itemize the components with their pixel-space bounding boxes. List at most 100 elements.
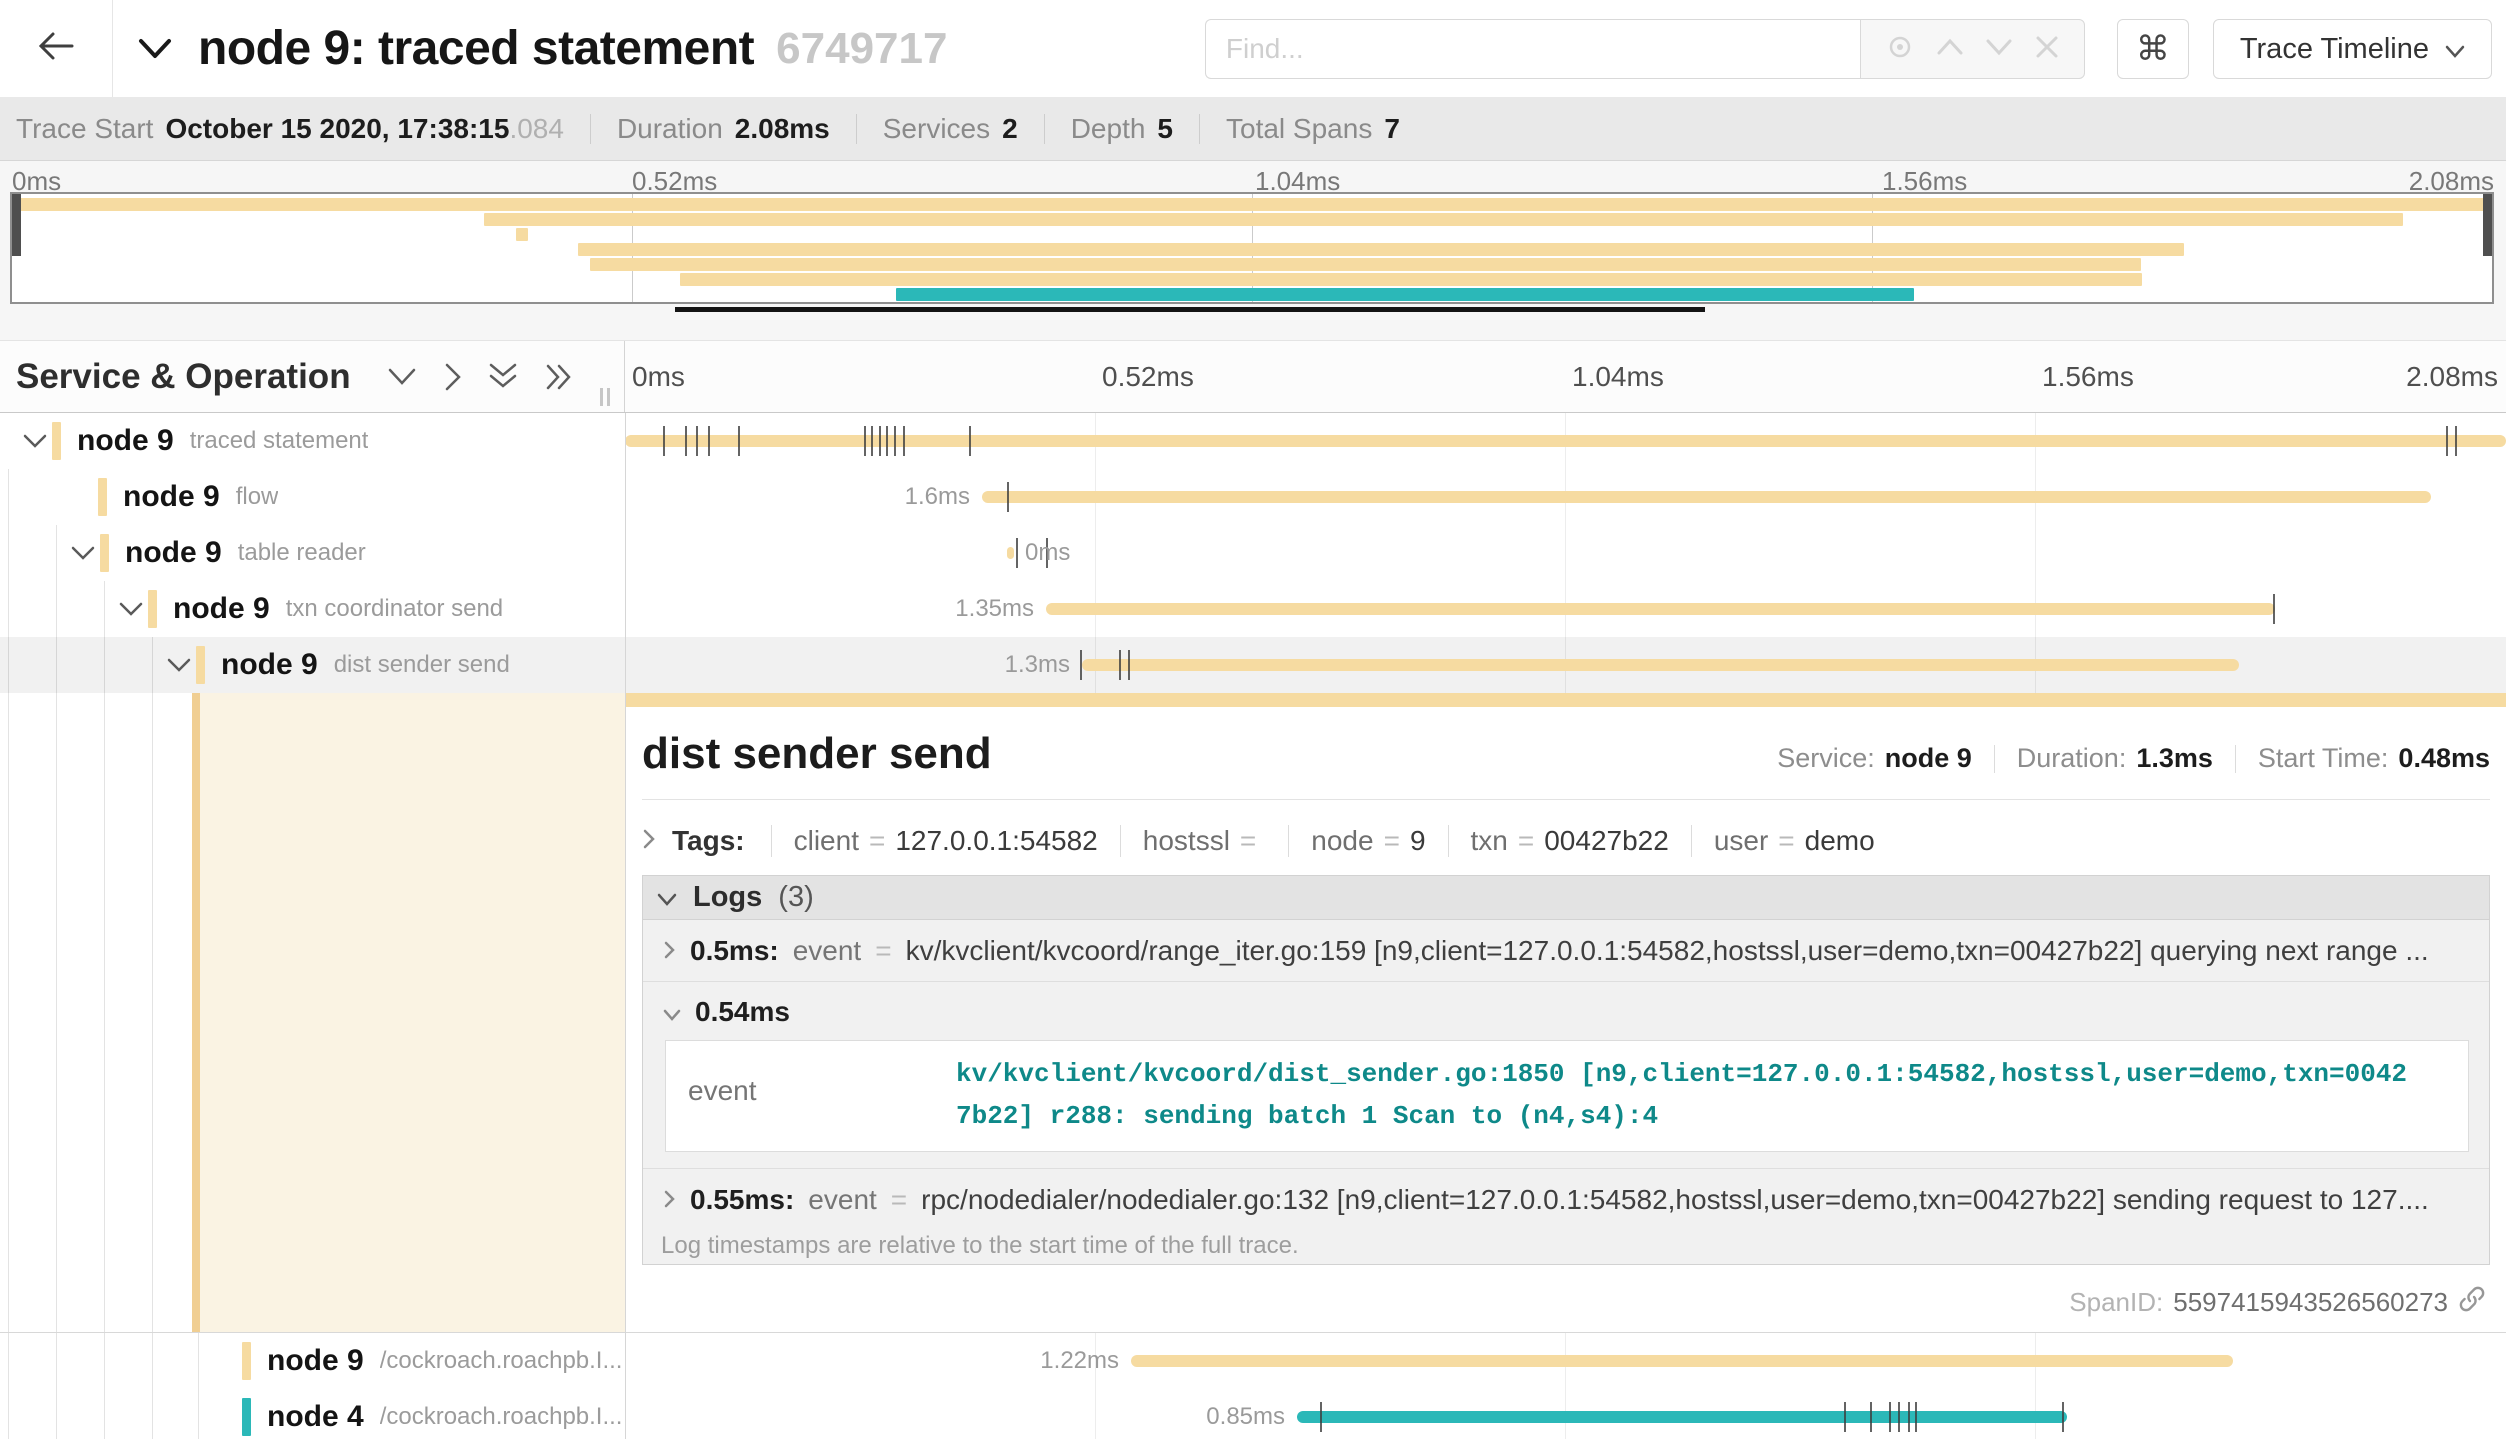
span-color-bar (148, 590, 157, 628)
span-detail-accent-bar (192, 693, 200, 1332)
span-detail-row: dist sender send Service: node 9 Duratio… (0, 693, 2506, 1333)
expand-all-icon[interactable] (542, 360, 576, 394)
find-next-icon[interactable] (1984, 37, 2014, 62)
find-clear-icon[interactable] (2034, 34, 2060, 65)
log-field-value: kv/kvclient/kvcoord/dist_sender.go:1850 … (956, 1053, 2421, 1137)
trace-collapse-chevron-icon[interactable] (138, 38, 172, 60)
match-target-icon[interactable] (1885, 32, 1915, 67)
trace-start-value: October 15 2020, 17:38:15 (165, 113, 509, 145)
span-id-row: SpanID: 5597415943526560273 (2069, 1285, 2486, 1320)
span-duration-label: 1.6ms (905, 483, 970, 511)
collapse-all-icon[interactable] (486, 360, 520, 394)
find-tools-group (1860, 19, 2085, 79)
span-bar[interactable] (1131, 1355, 2233, 1367)
span-service: node 4 (267, 1400, 364, 1434)
span-service: node 9 (267, 1344, 364, 1378)
span-detail-card: dist sender send Service: node 9 Duratio… (626, 693, 2506, 1332)
span-row-traced-statement[interactable]: node 9 traced statement (0, 413, 2506, 469)
log-fields-table: event kv/kvclient/kvcoord/dist_sender.go… (665, 1040, 2469, 1152)
trace-start-ms: .084 (509, 113, 564, 145)
timeline-tick-0: 0ms (632, 361, 685, 393)
span-row-roachpb-node9[interactable]: node 9 /cockroach.roachpb.I... 1.22ms (0, 1333, 2506, 1389)
minimap-span-bar (484, 213, 2403, 226)
timeline-tick-1: 0.52ms (1102, 361, 1194, 393)
minimap-span-bar (12, 198, 2492, 211)
log-entry-toggle[interactable]: 0.54ms (663, 996, 790, 1028)
minimap-right-scrub-handle[interactable] (2483, 194, 2492, 256)
minimap-left-scrub-handle[interactable] (12, 194, 21, 256)
span-bar[interactable] (1007, 547, 1014, 559)
service-value: node 9 (1885, 743, 1972, 774)
span-row-dist-sender-send[interactable]: node 9 dist sender send 1.3ms (0, 637, 2506, 693)
duration-label: Duration: (2017, 743, 2127, 774)
log-field-key: event (688, 1075, 757, 1107)
trace-minimap-canvas[interactable] (10, 192, 2494, 304)
total-spans-label: Total Spans (1226, 113, 1372, 145)
separator (856, 114, 857, 144)
keyboard-shortcuts-button[interactable]: ⌘ (2117, 19, 2189, 79)
chevron-down-icon[interactable] (22, 433, 48, 449)
trace-minimap-section: 0ms 0.52ms 1.04ms 1.56ms 2.08ms (0, 161, 2506, 340)
tags-toggle-row[interactable]: Tags: client=127.0.0.1:54582 hostssl= no… (642, 815, 1897, 867)
span-operation: table reader (238, 539, 366, 567)
span-bar[interactable] (1297, 1411, 2067, 1423)
expand-one-icon[interactable] (441, 360, 464, 394)
total-spans-value: 7 (1384, 113, 1400, 145)
minimap-span-bar (516, 228, 528, 241)
chevron-down-icon[interactable] (118, 601, 144, 617)
tag-item: txn=00427b22 (1448, 825, 1691, 857)
log-timestamp: 0.54ms (695, 996, 790, 1028)
find-toolbar: ⌘ Trace Timeline (1205, 19, 2492, 79)
span-duration-label: 1.35ms (955, 595, 1034, 623)
log-timestamp: 0.55ms: (690, 1184, 794, 1216)
minimap-scroll-indicator[interactable] (675, 307, 1705, 312)
span-bar[interactable] (1082, 659, 2239, 671)
log-key: event (808, 1184, 877, 1216)
find-prev-icon[interactable] (1935, 37, 1965, 62)
span-bar[interactable] (1046, 603, 2275, 615)
trace-summary-bar: Trace Start October 15 2020, 17:38:15 .0… (0, 97, 2506, 161)
minimap-span-bar (578, 243, 2184, 256)
span-bar[interactable] (982, 491, 2431, 503)
column-resizer-handle[interactable] (600, 388, 610, 406)
span-row-txn-coordinator-send[interactable]: node 9 txn coordinator send 1.35ms (0, 581, 2506, 637)
depth-label: Depth (1071, 113, 1146, 145)
collapse-one-icon[interactable] (385, 365, 419, 388)
span-detail-name-fill (200, 693, 625, 1332)
log-entry-row[interactable]: 0.5ms: event = kv/kvclient/kvcoord/range… (643, 920, 2489, 982)
chevron-down-icon[interactable] (166, 657, 192, 673)
tag-item: client=127.0.0.1:54582 (771, 825, 1120, 857)
separator (1199, 114, 1200, 144)
span-row-flow[interactable]: node 9 flow 1.6ms (0, 469, 2506, 525)
chevron-down-icon (663, 996, 681, 1028)
trace-view-dropdown[interactable]: Trace Timeline (2213, 19, 2492, 79)
link-icon[interactable] (2458, 1285, 2486, 1320)
chevron-down-icon[interactable] (70, 545, 96, 561)
logs-toggle-header[interactable]: Logs (3) (643, 876, 2489, 920)
minimap-span-bar (680, 273, 2142, 286)
log-timestamp: 0.5ms: (690, 935, 779, 967)
back-button[interactable] (0, 0, 113, 97)
chevron-down-icon (2445, 33, 2465, 66)
span-bar[interactable] (625, 435, 2506, 447)
log-value: rpc/nodedialer/nodedialer.go:132 [n9,cli… (921, 1184, 2429, 1216)
detail-divider (642, 799, 2490, 800)
chevron-right-icon (663, 1184, 676, 1216)
tag-item: hostssl= (1120, 825, 1289, 857)
depth-value: 5 (1157, 113, 1173, 145)
logs-label: Logs (693, 881, 762, 914)
back-arrow-icon (36, 29, 76, 68)
logs-footnote: Log timestamps are relative to the start… (661, 1232, 1299, 1260)
find-input[interactable] (1205, 19, 1860, 79)
span-color-bar (100, 534, 109, 572)
minimap-span-bar (896, 288, 1914, 301)
timeline-tick-4: 2.08ms (2406, 361, 2498, 393)
log-entry-expanded: 0.54ms event kv/kvclient/kvcoord/dist_se… (643, 982, 2489, 1168)
start-time-value: 0.48ms (2398, 743, 2490, 774)
span-service: node 9 (221, 648, 318, 682)
span-duration-label: 1.22ms (1040, 1347, 1119, 1375)
span-row-table-reader[interactable]: node 9 table reader 0ms (0, 525, 2506, 581)
span-row-roachpb-node4[interactable]: node 4 /cockroach.roachpb.I... 0.85ms (0, 1389, 2506, 1439)
log-entry-row[interactable]: 0.55ms: event = rpc/nodedialer/nodediale… (643, 1168, 2489, 1230)
services-label: Services (883, 113, 990, 145)
